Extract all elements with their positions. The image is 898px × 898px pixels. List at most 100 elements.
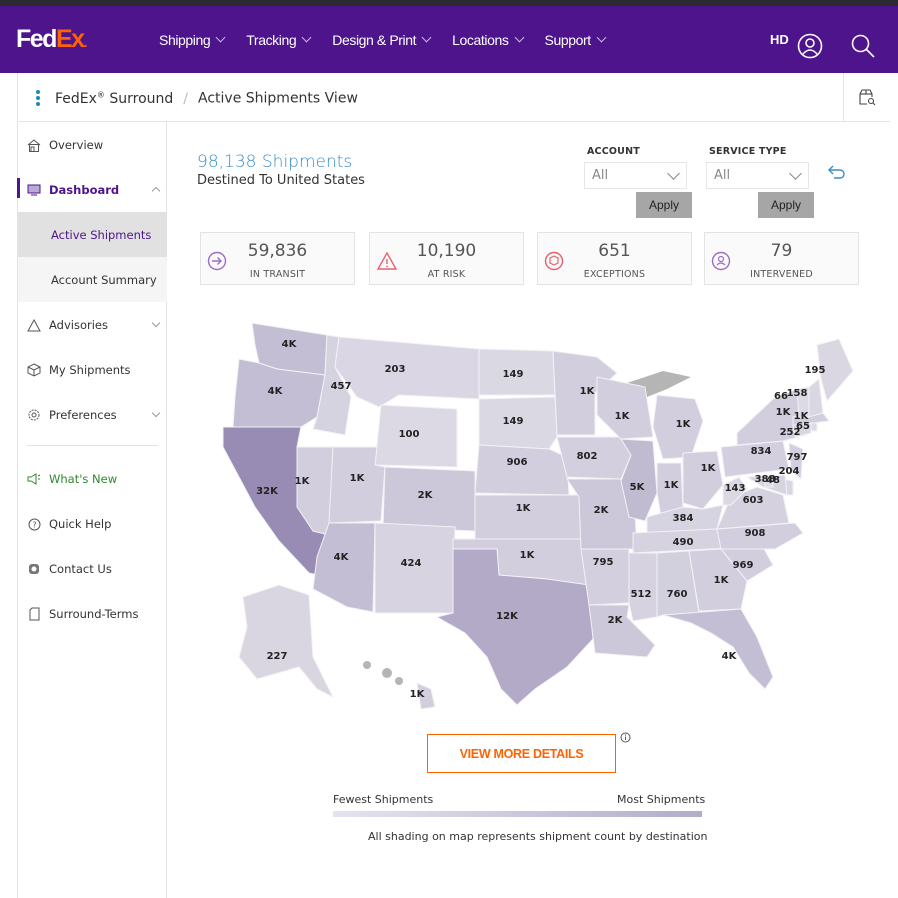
map-label-ak: 227 bbox=[267, 651, 288, 662]
map-label-mn: 1K bbox=[580, 386, 596, 397]
reset-filters-icon[interactable] bbox=[827, 164, 847, 180]
breadcrumb-current: Active Shipments View bbox=[198, 90, 358, 107]
warning-triangle-icon bbox=[27, 318, 41, 332]
fedex-logo[interactable]: FedEx. bbox=[16, 25, 88, 54]
sidebar-item-overview[interactable]: Overview bbox=[18, 123, 167, 167]
map-state-ak[interactable] bbox=[238, 584, 335, 699]
svg-text:?: ? bbox=[32, 520, 36, 529]
us-shipment-map: 4K 4K 32K 457 203 100 1K 1K 2K 4K 424 149 149 906 1K 1K… bbox=[217, 317, 857, 731]
shipments-total[interactable]: 98,138 Shipments bbox=[197, 152, 352, 172]
map-state-ms[interactable] bbox=[628, 552, 658, 622]
map-label-nc: 908 bbox=[745, 528, 766, 539]
map-label-ut: 1K bbox=[350, 473, 366, 484]
package-search-button[interactable] bbox=[843, 73, 890, 121]
sidebar-item-quick-help[interactable]: ? Quick Help bbox=[18, 502, 167, 546]
stat-in-transit[interactable]: 59,836 IN TRANSIT bbox=[200, 232, 355, 285]
chevron-down-icon bbox=[151, 318, 161, 328]
map-state-fl[interactable] bbox=[662, 608, 774, 690]
map-state-ri[interactable] bbox=[810, 422, 818, 432]
map-label-ma: 1K bbox=[794, 411, 810, 422]
info-icon[interactable] bbox=[620, 732, 631, 743]
sidebar-item-advisories[interactable]: Advisories bbox=[18, 303, 167, 347]
map-label-dc: 48 bbox=[766, 475, 780, 486]
sidebar-subitem-active-shipments[interactable]: Active Shipments bbox=[18, 212, 167, 257]
nav-locations[interactable]: Locations bbox=[452, 32, 524, 48]
map-label-mi: 1K bbox=[676, 419, 692, 430]
map-label-ga: 1K bbox=[714, 575, 730, 586]
stat-exceptions[interactable]: 651 EXCEPTIONS bbox=[537, 232, 692, 285]
map-label-ne: 906 bbox=[507, 457, 528, 468]
map-label-ri: 65 bbox=[796, 421, 810, 432]
map-label-ok: 1K bbox=[520, 550, 536, 561]
user-initials[interactable]: HD bbox=[770, 32, 789, 47]
chevron-down-icon bbox=[301, 32, 312, 43]
service-type-apply-button[interactable]: Apply bbox=[758, 192, 814, 218]
map-label-ia: 802 bbox=[577, 451, 598, 462]
view-more-details-button[interactable]: VIEW MORE DETAILS bbox=[427, 734, 616, 773]
chevron-down-icon bbox=[789, 167, 802, 180]
chevron-up-icon bbox=[151, 186, 161, 196]
megaphone-icon bbox=[27, 472, 41, 486]
sidebar-item-dashboard[interactable]: Dashboard bbox=[17, 168, 167, 212]
home-icon bbox=[27, 138, 41, 152]
nav-support[interactable]: Support bbox=[545, 32, 607, 48]
account-apply-button[interactable]: Apply bbox=[636, 192, 692, 218]
package-icon bbox=[27, 363, 41, 377]
map-label-co: 2K bbox=[418, 490, 434, 501]
stat-at-risk[interactable]: 10,190 AT RISK bbox=[369, 232, 524, 285]
sidebar-item-preferences[interactable]: Preferences bbox=[18, 393, 167, 437]
map-state-oh[interactable] bbox=[682, 450, 724, 510]
sidebar-item-surround-terms[interactable]: Surround-Terms bbox=[18, 592, 167, 636]
nav-shipping[interactable]: Shipping bbox=[159, 32, 226, 48]
search-icon[interactable] bbox=[850, 33, 876, 59]
service-type-select[interactable]: All bbox=[706, 162, 809, 189]
main-content: 98,138 Shipments Destined To United Stat… bbox=[167, 122, 898, 898]
map-label-il: 5K bbox=[630, 482, 646, 493]
sidebar-item-my-shipments[interactable]: My Shipments bbox=[18, 348, 167, 392]
map-label-de: 204 bbox=[779, 466, 800, 477]
map-state-ne[interactable] bbox=[474, 444, 570, 496]
map-label-ar: 795 bbox=[593, 557, 614, 568]
nav-design-print[interactable]: Design & Print bbox=[332, 32, 432, 48]
map-label-nv: 1K bbox=[295, 476, 311, 487]
account-filter-label: ACCOUNT bbox=[587, 146, 640, 157]
map-label-tn: 490 bbox=[673, 537, 694, 548]
chevron-down-icon bbox=[514, 32, 524, 43]
user-account-icon[interactable] bbox=[797, 33, 823, 59]
map-label-sc: 969 bbox=[733, 560, 754, 571]
map-label-va: 603 bbox=[743, 495, 764, 506]
map-state-nh[interactable] bbox=[808, 378, 824, 418]
account-select[interactable]: All bbox=[584, 162, 687, 189]
breadcrumb-root[interactable]: FedEx® Surround bbox=[55, 90, 173, 107]
chevron-down-icon bbox=[596, 32, 607, 43]
map-label-hi: 1K bbox=[410, 689, 426, 700]
main-nav: Shipping Tracking Design & Print Locatio… bbox=[159, 6, 627, 73]
map-label-mo: 2K bbox=[594, 505, 610, 516]
nav-tracking[interactable]: Tracking bbox=[246, 32, 312, 48]
chevron-down-icon bbox=[151, 408, 161, 418]
map-state-mt[interactable] bbox=[334, 336, 480, 408]
question-circle-icon: ? bbox=[27, 517, 41, 531]
sidebar-subitem-account-summary[interactable]: Account Summary bbox=[18, 257, 167, 302]
monitor-icon bbox=[27, 183, 41, 197]
map-label-in: 1K bbox=[664, 480, 680, 491]
legend-low-label: Fewest Shipments bbox=[333, 793, 434, 806]
map-state-ks[interactable] bbox=[474, 494, 582, 540]
map-label-id: 457 bbox=[331, 381, 352, 392]
sidebar-item-whats-new[interactable]: What's New bbox=[18, 457, 167, 501]
app-menu-icon[interactable] bbox=[36, 90, 40, 108]
map-island-hawaii bbox=[363, 661, 371, 669]
map-label-nh: 158 bbox=[787, 388, 808, 399]
map-label-la: 2K bbox=[608, 615, 624, 626]
map-label-al: 760 bbox=[667, 589, 688, 600]
sidebar-item-contact-us[interactable]: Contact Us bbox=[18, 547, 167, 591]
map-label-me: 195 bbox=[805, 365, 826, 376]
breadcrumb: FedEx® Surround / Active Shipments View bbox=[17, 73, 890, 122]
stat-intervened[interactable]: 79 INTERVENED bbox=[704, 232, 859, 285]
map-label-ms: 512 bbox=[631, 589, 652, 600]
us-map-svg: 4K4K32K4572031001K 1K2K4K4241491499061K1K… bbox=[222, 322, 854, 710]
map-label-fl: 4K bbox=[722, 651, 738, 662]
map-label-nd: 149 bbox=[503, 369, 524, 380]
global-header: FedEx. Shipping Tracking Design & Print … bbox=[0, 6, 898, 73]
map-label-or: 4K bbox=[268, 386, 284, 397]
